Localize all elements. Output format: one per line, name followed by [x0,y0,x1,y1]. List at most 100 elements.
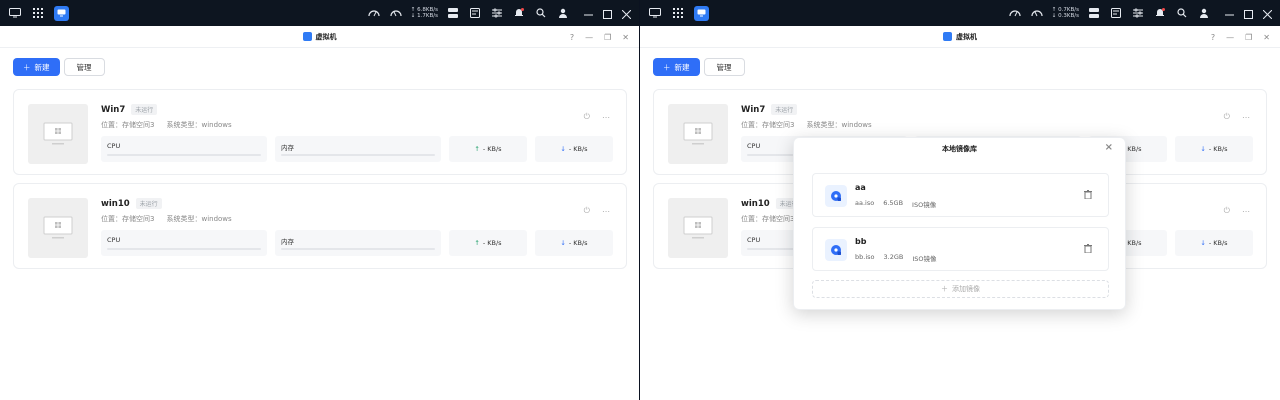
cpu-gauge-icon[interactable] [367,6,381,20]
iso-file: bb.iso [855,253,875,261]
taskbar: ↑ 6.8KB/s ↓ 1.7KB/s [0,0,639,26]
vm-app-taskbar-icon[interactable] [54,5,69,21]
window-close-icon[interactable]: ✕ [1263,33,1270,42]
arrow-down-icon: ↓ [1200,145,1206,153]
iso-name: bb [855,237,867,246]
arrow-down-icon: ↓ [560,145,566,153]
settings-sliders-icon[interactable] [1131,6,1145,20]
window-minimize-icon[interactable]: — [585,33,593,42]
trash-icon[interactable] [1084,244,1092,255]
vm-app-icon [943,32,952,41]
close-icon[interactable] [1262,4,1273,23]
ram-gauge-icon[interactable] [1030,6,1044,20]
memory-metric: 内存 [275,136,441,162]
minimize-icon[interactable] [1225,4,1234,23]
iso-file: aa.iso [855,199,875,207]
vm-location: 位置：存储空间3 [741,215,795,223]
iso-size: 6.5GB [883,199,904,207]
add-image-button[interactable]: ＋ 添加镜像 [812,280,1109,298]
monitor-icon[interactable] [468,6,482,20]
vm-card-win7[interactable]: Win7未运行 位置：存储空间3系统类型：windows ⏻ ⋯ CPU 内存 … [13,89,627,175]
net-down: ↓ 0.3KB/s [1051,13,1079,19]
vm-thumbnail [668,198,728,258]
help-icon[interactable]: ? [570,33,574,42]
search-icon[interactable] [1175,6,1189,20]
help-icon[interactable]: ? [1211,33,1215,42]
maximize-icon[interactable] [603,4,612,23]
trash-icon[interactable] [1084,190,1092,201]
window-title: 虚拟机 [956,32,977,41]
vm-app-icon [302,32,312,41]
vm-system-type: 系统类型：windows [806,121,872,129]
new-vm-button[interactable]: ＋新建 [13,58,60,76]
iso-type: ISO镜像 [912,255,937,263]
dialog-close-icon[interactable]: × [1105,142,1113,153]
user-icon[interactable] [1197,6,1211,20]
storage-icon[interactable] [1087,6,1101,20]
window-restore-icon[interactable]: ❐ [1245,33,1252,42]
vm-system-type: 系统类型：windows [166,215,232,223]
iso-item-bb[interactable]: bb bb.iso 3.2GB ISO镜像 [812,227,1109,271]
vm-manager-window: 虚拟机 ? — ❐ ✕ ＋新建 管理 Win7 未运行 位置：存储空间3 系统类型：… [640,26,1280,400]
window-restore-icon[interactable]: ❐ [604,33,611,42]
vm-system-type: 系统类型：windows [166,121,232,129]
storage-icon[interactable] [446,6,460,20]
bell-icon[interactable] [512,6,526,20]
new-vm-button[interactable]: ＋新建 [653,58,700,76]
power-icon[interactable]: ⏻ [584,112,590,122]
user-icon[interactable] [556,6,570,20]
more-icon[interactable]: ⋯ [602,207,610,216]
more-icon[interactable]: ⋯ [1242,113,1250,122]
close-icon[interactable] [621,4,632,23]
window-titlebar: 虚拟机 ? — ❐ ✕ [0,26,639,48]
windows-monitor-icon [683,216,713,239]
window-minimize-icon[interactable]: — [1226,33,1234,42]
vm-thumbnail [28,198,88,258]
power-icon[interactable]: ⏻ [584,206,590,216]
settings-sliders-icon[interactable] [490,6,504,20]
toolbar: ＋新建 管理 [640,48,1280,86]
status-badge: 未运行 [131,104,158,115]
desktop-icon[interactable] [648,6,662,20]
more-icon[interactable]: ⋯ [1242,207,1250,216]
monitor-icon[interactable] [1109,6,1123,20]
upload-metric: ↑- KB/s [449,230,527,256]
screen-left: ↑ 6.8KB/s ↓ 1.7KB/s 虚拟机 ? — ❐ ✕ ＋ 新建 管理 … [0,0,640,400]
iso-item-aa[interactable]: aa aa.iso 6.5GB ISO镜像 [812,173,1109,217]
arrow-up-icon: ↑ [474,239,480,247]
cpu-metric: CPU [101,230,267,256]
windows-monitor-icon [43,216,73,239]
vm-name: Win7 [101,104,126,115]
window-titlebar: 虚拟机 ? — ❐ ✕ [640,26,1280,48]
cpu-metric: CPU [101,136,267,162]
power-icon[interactable]: ⏻ [1224,112,1230,122]
app-grid-icon[interactable] [671,6,685,20]
download-metric: ↓ - KB/s [535,136,613,162]
manage-button[interactable]: 管理 [703,58,745,76]
arrow-up-icon: ↑ [474,145,480,153]
dialog-title: 本地镜像库 [942,145,977,153]
cpu-gauge-icon[interactable] [1008,6,1022,20]
upload-metric: ↑- KB/s [449,136,527,162]
ram-gauge-icon[interactable] [389,6,403,20]
app-grid-icon[interactable] [31,6,45,20]
net-down: ↓ 1.7KB/s [410,13,438,19]
windows-monitor-icon [683,122,713,145]
search-icon[interactable] [534,6,548,20]
maximize-icon[interactable] [1244,4,1253,23]
minimize-icon[interactable] [584,4,593,23]
more-icon[interactable]: ⋯ [602,113,610,122]
vm-thumbnail [668,104,728,164]
vm-card-win10[interactable]: win10 未运行 位置：存储空间3 系统类型：windows ⏻ ⋯ CPU 内存… [13,183,627,269]
window-close-icon[interactable]: ✕ [622,33,629,42]
desktop-icon[interactable] [8,6,22,20]
manage-button[interactable]: 管理 [63,58,105,76]
vm-app-taskbar-icon[interactable] [694,5,709,21]
disc-image-icon [825,239,847,261]
power-icon[interactable]: ⏻ [1224,206,1230,216]
vm-location: 位置：存储空间3 [101,121,155,129]
arrow-down-icon: ↓ [560,239,566,247]
window-title: 虚拟机 [315,32,337,41]
bell-icon[interactable] [1153,6,1167,20]
iso-type: ISO镜像 [912,201,937,209]
